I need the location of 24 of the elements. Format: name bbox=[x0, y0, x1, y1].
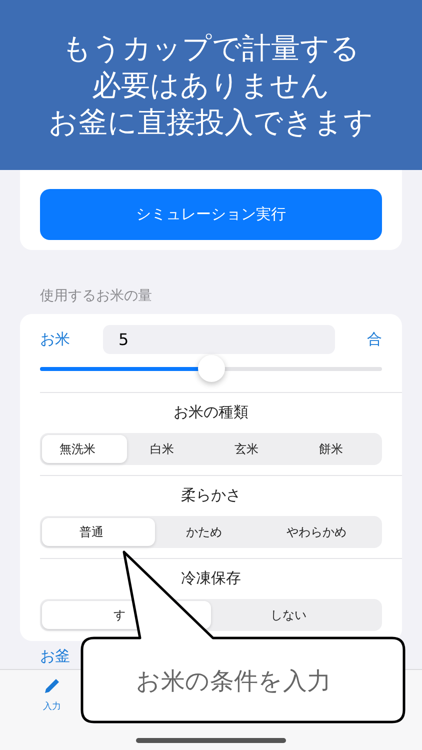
segment-option[interactable]: やわらかめ bbox=[267, 518, 380, 546]
slider-track[interactable] bbox=[40, 355, 382, 382]
unit-label: 合 bbox=[367, 330, 382, 349]
segment-title: 柔らかさ bbox=[180, 486, 242, 505]
slider-thumb[interactable] bbox=[198, 355, 225, 382]
section-header: 使用するお米の量 bbox=[40, 287, 153, 305]
banner-text: 必要はありません bbox=[92, 68, 330, 102]
segment-option[interactable]: かため bbox=[154, 518, 268, 546]
segment-option[interactable]: 玄米 bbox=[211, 435, 296, 463]
segment-title: お米の種類 bbox=[172, 403, 250, 422]
tab-item[interactable]: 入力 bbox=[30, 670, 74, 718]
section-link[interactable]: お釜 bbox=[40, 647, 70, 666]
segment-title: 冷凍保存 bbox=[180, 569, 242, 588]
segment-option[interactable]: 無洗米 bbox=[42, 435, 126, 463]
segment-option[interactable]: 餅米 bbox=[296, 435, 380, 463]
segment-option[interactable]: 普通 bbox=[42, 518, 155, 546]
banner-text: お釜に直接投入できます bbox=[48, 104, 374, 140]
field-label: お米 bbox=[40, 330, 70, 349]
simulate-button[interactable]: シミュレーション実行 bbox=[40, 189, 382, 240]
segment-option[interactable]: 白米 bbox=[126, 435, 211, 463]
amount-input[interactable]: 5 bbox=[102, 325, 334, 354]
segment-option[interactable]: しない bbox=[211, 601, 380, 629]
callout-text: お米の条件を入力 bbox=[136, 666, 331, 697]
banner-text: もうカップで計量する bbox=[62, 30, 360, 66]
